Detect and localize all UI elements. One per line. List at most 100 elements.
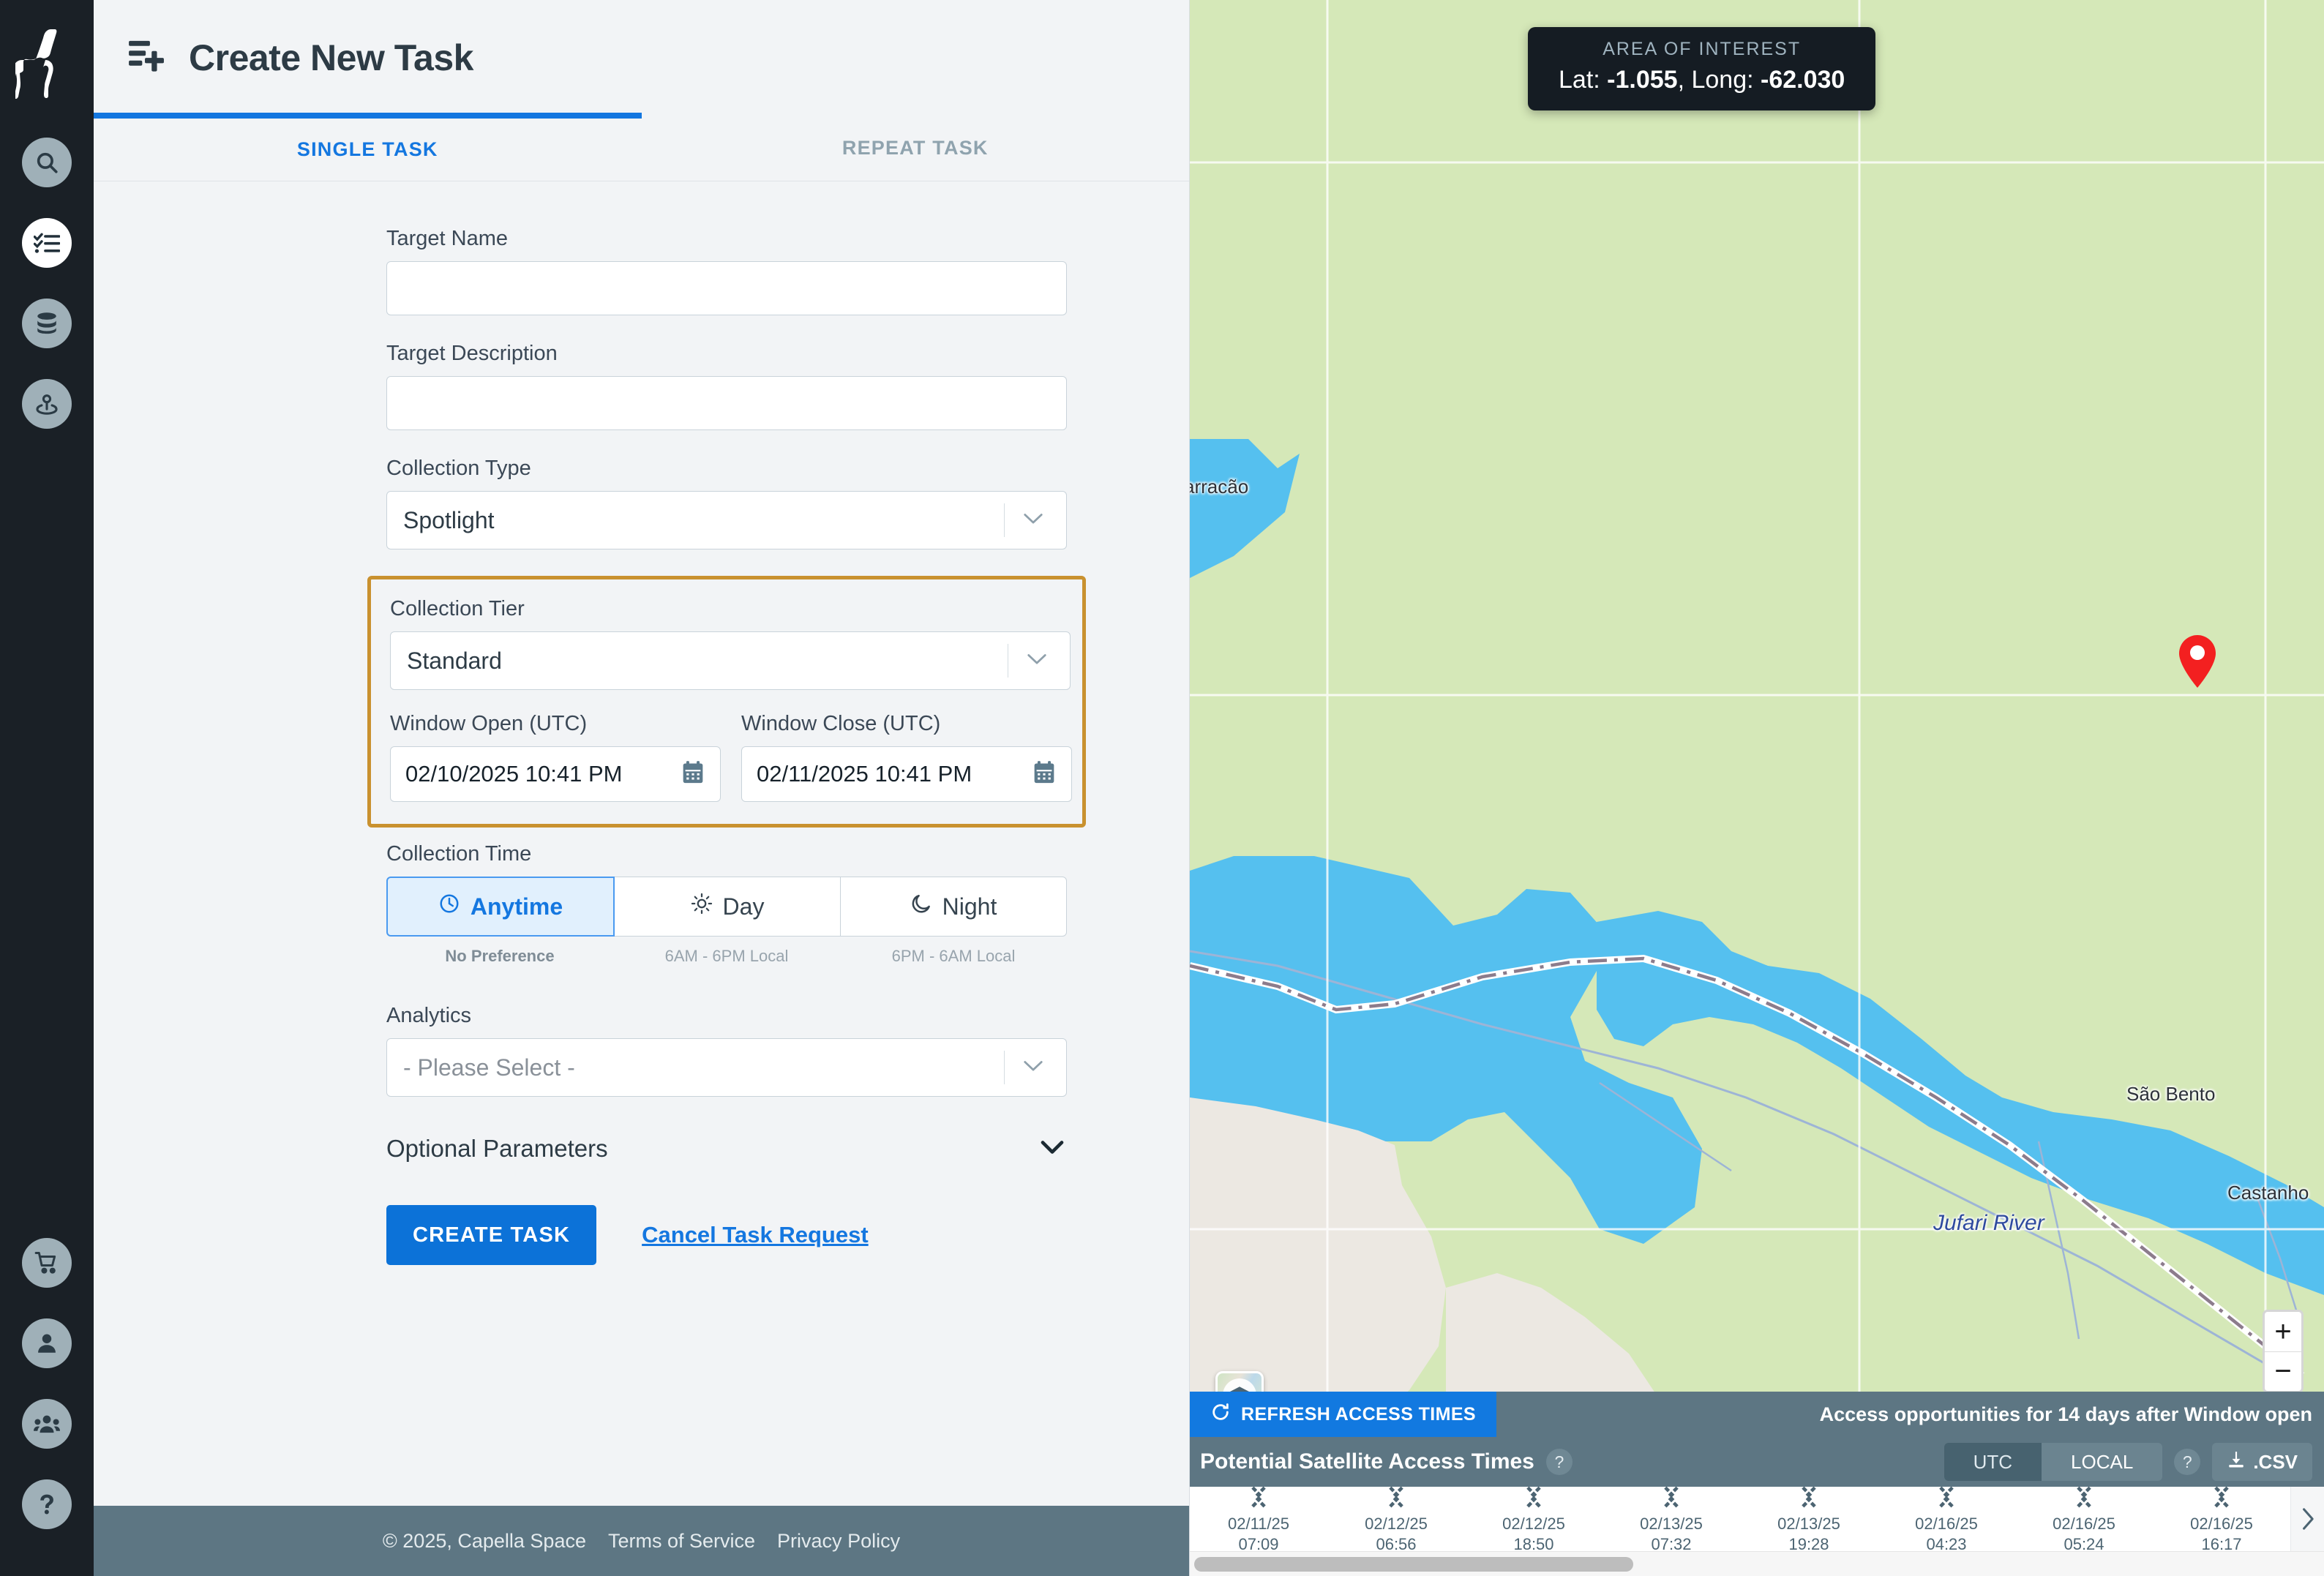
access-times-panel: REFRESH ACCESS TIMES Access opportunitie…	[1190, 1392, 2324, 1576]
cancel-task-request-link[interactable]: Cancel Task Request	[642, 1222, 869, 1248]
create-task-button[interactable]: CREATE TASK	[386, 1205, 597, 1265]
collection-type-field-group: Collection Type Spotlight	[386, 457, 1067, 549]
sidebar-item-archive[interactable]	[22, 299, 72, 348]
sidebar-item-organization[interactable]	[22, 1399, 72, 1449]
aoi-lat-value: -1.055	[1607, 66, 1678, 94]
access-item-date: 02/13/25	[1640, 1514, 1703, 1533]
chevron-down-icon	[1022, 1059, 1044, 1077]
create-task-form: Target Name Target Description Collectio…	[367, 181, 1086, 1265]
aoi-lat-label: Lat:	[1559, 66, 1600, 94]
access-times-scrollbar-thumb[interactable]	[1194, 1557, 1633, 1572]
collection-time-option-night-label: Night	[942, 893, 997, 920]
access-item-date: 02/12/25	[1502, 1514, 1565, 1533]
list-item[interactable]: 02/11/25 07:09	[1190, 1485, 1327, 1554]
access-item-date: 02/16/25	[1915, 1514, 1978, 1533]
map-label-jufari-river: Jufari River	[1933, 1211, 2044, 1235]
access-times-list: 02/11/25 07:09 02/12/25 06:56 02/12/25 1…	[1190, 1485, 2324, 1554]
user-icon	[34, 1331, 59, 1356]
collection-time-option-day[interactable]: Day	[615, 877, 841, 937]
aoi-comma: ,	[1677, 66, 1685, 94]
tab-repeat-task-label: REPEAT TASK	[841, 137, 989, 159]
access-times-title: Potential Satellite Access Times	[1200, 1449, 1534, 1474]
list-item[interactable]: 02/16/25 05:24	[2015, 1485, 2153, 1554]
footer-privacy-link[interactable]: Privacy Policy	[777, 1530, 900, 1553]
access-item-date: 02/13/25	[1777, 1514, 1840, 1533]
aoi-tooltip-coords: Lat: -1.055, Long: -62.030	[1559, 66, 1845, 94]
collection-time-option-day-label: Day	[722, 893, 765, 920]
select-divider	[1004, 1051, 1005, 1084]
target-description-input[interactable]	[386, 376, 1067, 430]
window-close-label: Window Close (UTC)	[741, 712, 941, 735]
shopping-cart-icon	[34, 1250, 59, 1275]
sidebar-item-search[interactable]	[22, 138, 72, 187]
rail-top-group	[22, 138, 72, 429]
capella-goat-logo[interactable]	[15, 28, 78, 101]
aoi-tooltip: AREA OF INTEREST Lat: -1.055, Long: -62.…	[1528, 27, 1876, 110]
window-row: Window Open (UTC) 02/10/2025 10:41 PM Wi…	[390, 712, 1072, 802]
calendar-icon[interactable]	[1033, 761, 1055, 788]
collection-type-select[interactable]: Spotlight	[386, 491, 1067, 549]
question-mark-icon[interactable]: ?	[2174, 1449, 2201, 1475]
aoi-tooltip-kicker: AREA OF INTEREST	[1603, 39, 1802, 59]
collection-time-sub-anytime: No Preference	[445, 947, 555, 965]
form-actions: CREATE TASK Cancel Task Request	[386, 1205, 1067, 1265]
calendar-icon[interactable]	[682, 761, 704, 788]
collection-tier-select[interactable]: Standard	[390, 631, 1071, 690]
tab-single-task[interactable]: SINGLE TASK	[94, 113, 642, 181]
window-open-value: 02/10/2025 10:41 PM	[405, 761, 623, 787]
refresh-access-times-label: REFRESH ACCESS TIMES	[1241, 1403, 1477, 1425]
access-times-scrollbar[interactable]	[1190, 1551, 2324, 1576]
timezone-utc-button[interactable]: UTC	[1943, 1443, 2042, 1481]
list-item[interactable]: 02/12/25 06:56	[1327, 1485, 1465, 1554]
task-type-tabs: SINGLE TASK REPEAT TASK	[94, 113, 1190, 181]
chevron-right-icon[interactable]	[2290, 1487, 2324, 1551]
access-times-topbar: REFRESH ACCESS TIMES Access opportunitie…	[1190, 1392, 2324, 1437]
map-zoom-control: + −	[2263, 1310, 2304, 1393]
collection-time-option-anytime[interactable]: Anytime	[386, 877, 615, 937]
refresh-access-times-button[interactable]: REFRESH ACCESS TIMES	[1190, 1392, 1497, 1437]
collection-time-option-anytime-label: Anytime	[470, 893, 563, 920]
sidebar-item-tasks[interactable]	[22, 218, 72, 268]
collection-time-sublabels: No Preference 6AM - 6PM Local 6PM - 6AM …	[386, 947, 1067, 966]
sidebar-item-account[interactable]	[22, 1318, 72, 1368]
satellite-icon	[1246, 1485, 1271, 1513]
satellite-icon	[1934, 1485, 1959, 1513]
sidebar-item-aoi[interactable]	[22, 379, 72, 429]
timezone-local-button[interactable]: LOCAL	[2042, 1443, 2163, 1481]
list-item[interactable]: 02/13/25 07:32	[1603, 1485, 1740, 1554]
collection-type-value: Spotlight	[403, 506, 495, 533]
map-view[interactable]: AREA OF INTEREST Lat: -1.055, Long: -62.…	[1190, 0, 2324, 1576]
map-label-barracao: arracão	[1190, 476, 1249, 498]
optional-parameters-toggle[interactable]: Optional Parameters	[386, 1135, 1067, 1163]
list-item[interactable]: 02/16/25 04:23	[1878, 1485, 2015, 1554]
panel-footer: © 2025, Capella Space Terms of Service P…	[94, 1506, 1189, 1576]
collection-time-sub-night: 6PM - 6AM Local	[891, 947, 1016, 965]
zoom-out-button[interactable]: −	[2265, 1351, 2301, 1391]
question-mark-icon	[34, 1492, 59, 1517]
target-name-input[interactable]	[386, 261, 1067, 315]
zoom-in-button[interactable]: +	[2265, 1312, 2301, 1351]
collection-time-option-night[interactable]: Night	[841, 877, 1067, 937]
select-divider	[1004, 503, 1005, 537]
window-open-input[interactable]: 02/10/2025 10:41 PM	[390, 746, 721, 802]
download-csv-button[interactable]: .CSV	[2212, 1443, 2312, 1481]
map-marker-icon[interactable]	[2176, 634, 2219, 693]
map-canvas	[1190, 0, 2324, 1576]
task-add-icon	[129, 38, 168, 78]
list-item[interactable]: 02/13/25 19:28	[1740, 1485, 1878, 1554]
map-pin-circle-icon	[34, 391, 59, 416]
question-mark-icon[interactable]: ?	[1545, 1449, 1573, 1475]
chevron-down-icon	[1038, 1138, 1067, 1160]
analytics-select[interactable]: - Please Select -	[386, 1038, 1067, 1097]
optional-parameters-label: Optional Parameters	[386, 1135, 608, 1162]
window-close-input[interactable]: 02/11/2025 10:41 PM	[741, 746, 1072, 802]
sidebar-item-help[interactable]	[22, 1479, 72, 1529]
access-item-date: 02/16/25	[2190, 1514, 2253, 1533]
access-opportunities-note: Access opportunities for 14 days after W…	[1819, 1403, 2312, 1425]
list-item[interactable]: 02/16/25 16:17	[2153, 1485, 2290, 1554]
collection-time-segmented: Anytime Day Night	[386, 877, 1067, 937]
list-item[interactable]: 02/12/25 18:50	[1465, 1485, 1603, 1554]
sidebar-item-cart[interactable]	[22, 1238, 72, 1288]
footer-terms-link[interactable]: Terms of Service	[608, 1530, 755, 1553]
tab-repeat-task[interactable]: REPEAT TASK	[642, 116, 1190, 181]
